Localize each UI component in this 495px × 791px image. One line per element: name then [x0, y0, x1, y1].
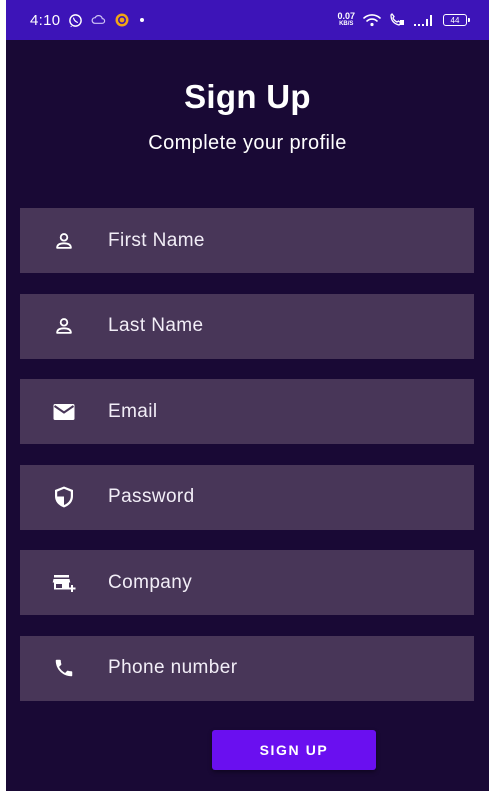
- status-bar-left: 4:10: [30, 12, 146, 29]
- mail-icon: [20, 379, 108, 444]
- last-name-field[interactable]: [20, 293, 474, 359]
- phone-field[interactable]: [20, 635, 474, 701]
- network-speed: 0.07 KB/S: [337, 12, 355, 28]
- company-input[interactable]: [108, 550, 474, 615]
- more-notifications-dot-icon: [138, 12, 146, 28]
- phone-input[interactable]: [108, 635, 474, 701]
- network-speed-unit: KB/S: [339, 21, 354, 27]
- password-field[interactable]: [20, 464, 474, 530]
- signal-strength-icon: [413, 12, 435, 28]
- status-time: 4:10: [30, 11, 61, 29]
- company-field[interactable]: [20, 550, 474, 615]
- last-name-input[interactable]: [108, 293, 474, 359]
- phone-icon: [20, 636, 108, 701]
- add-business-icon: [20, 550, 108, 615]
- phone-screen: 4:10 0.07 KB/S 44 Sign Up Complete your …: [6, 0, 489, 791]
- volte-call-icon: [389, 12, 405, 28]
- first-name-field[interactable]: [20, 208, 474, 273]
- cloud-sync-icon: [91, 12, 106, 28]
- whatsapp-icon: [68, 12, 83, 28]
- battery-icon: 44: [443, 14, 470, 26]
- page-subtitle: Complete your profile: [148, 132, 347, 154]
- notification-app-icon: [114, 12, 130, 28]
- email-field[interactable]: [20, 379, 474, 444]
- page-title: Sign Up: [184, 78, 311, 115]
- status-bar: 4:10 0.07 KB/S 44: [6, 0, 489, 40]
- status-bar-right: 0.07 KB/S 44: [337, 12, 470, 28]
- shield-icon: [20, 465, 108, 530]
- person-icon: [20, 294, 108, 359]
- header: Sign Up Complete your profile: [6, 78, 489, 155]
- person-icon: [20, 208, 108, 273]
- email-input[interactable]: [108, 379, 474, 444]
- signup-form: [20, 208, 474, 721]
- password-input[interactable]: [108, 464, 474, 530]
- first-name-input[interactable]: [108, 208, 474, 273]
- network-speed-value: 0.07: [337, 11, 355, 21]
- wifi-icon: [363, 12, 381, 28]
- sign-up-button[interactable]: SIGN UP: [212, 730, 376, 770]
- battery-level: 44: [450, 15, 460, 25]
